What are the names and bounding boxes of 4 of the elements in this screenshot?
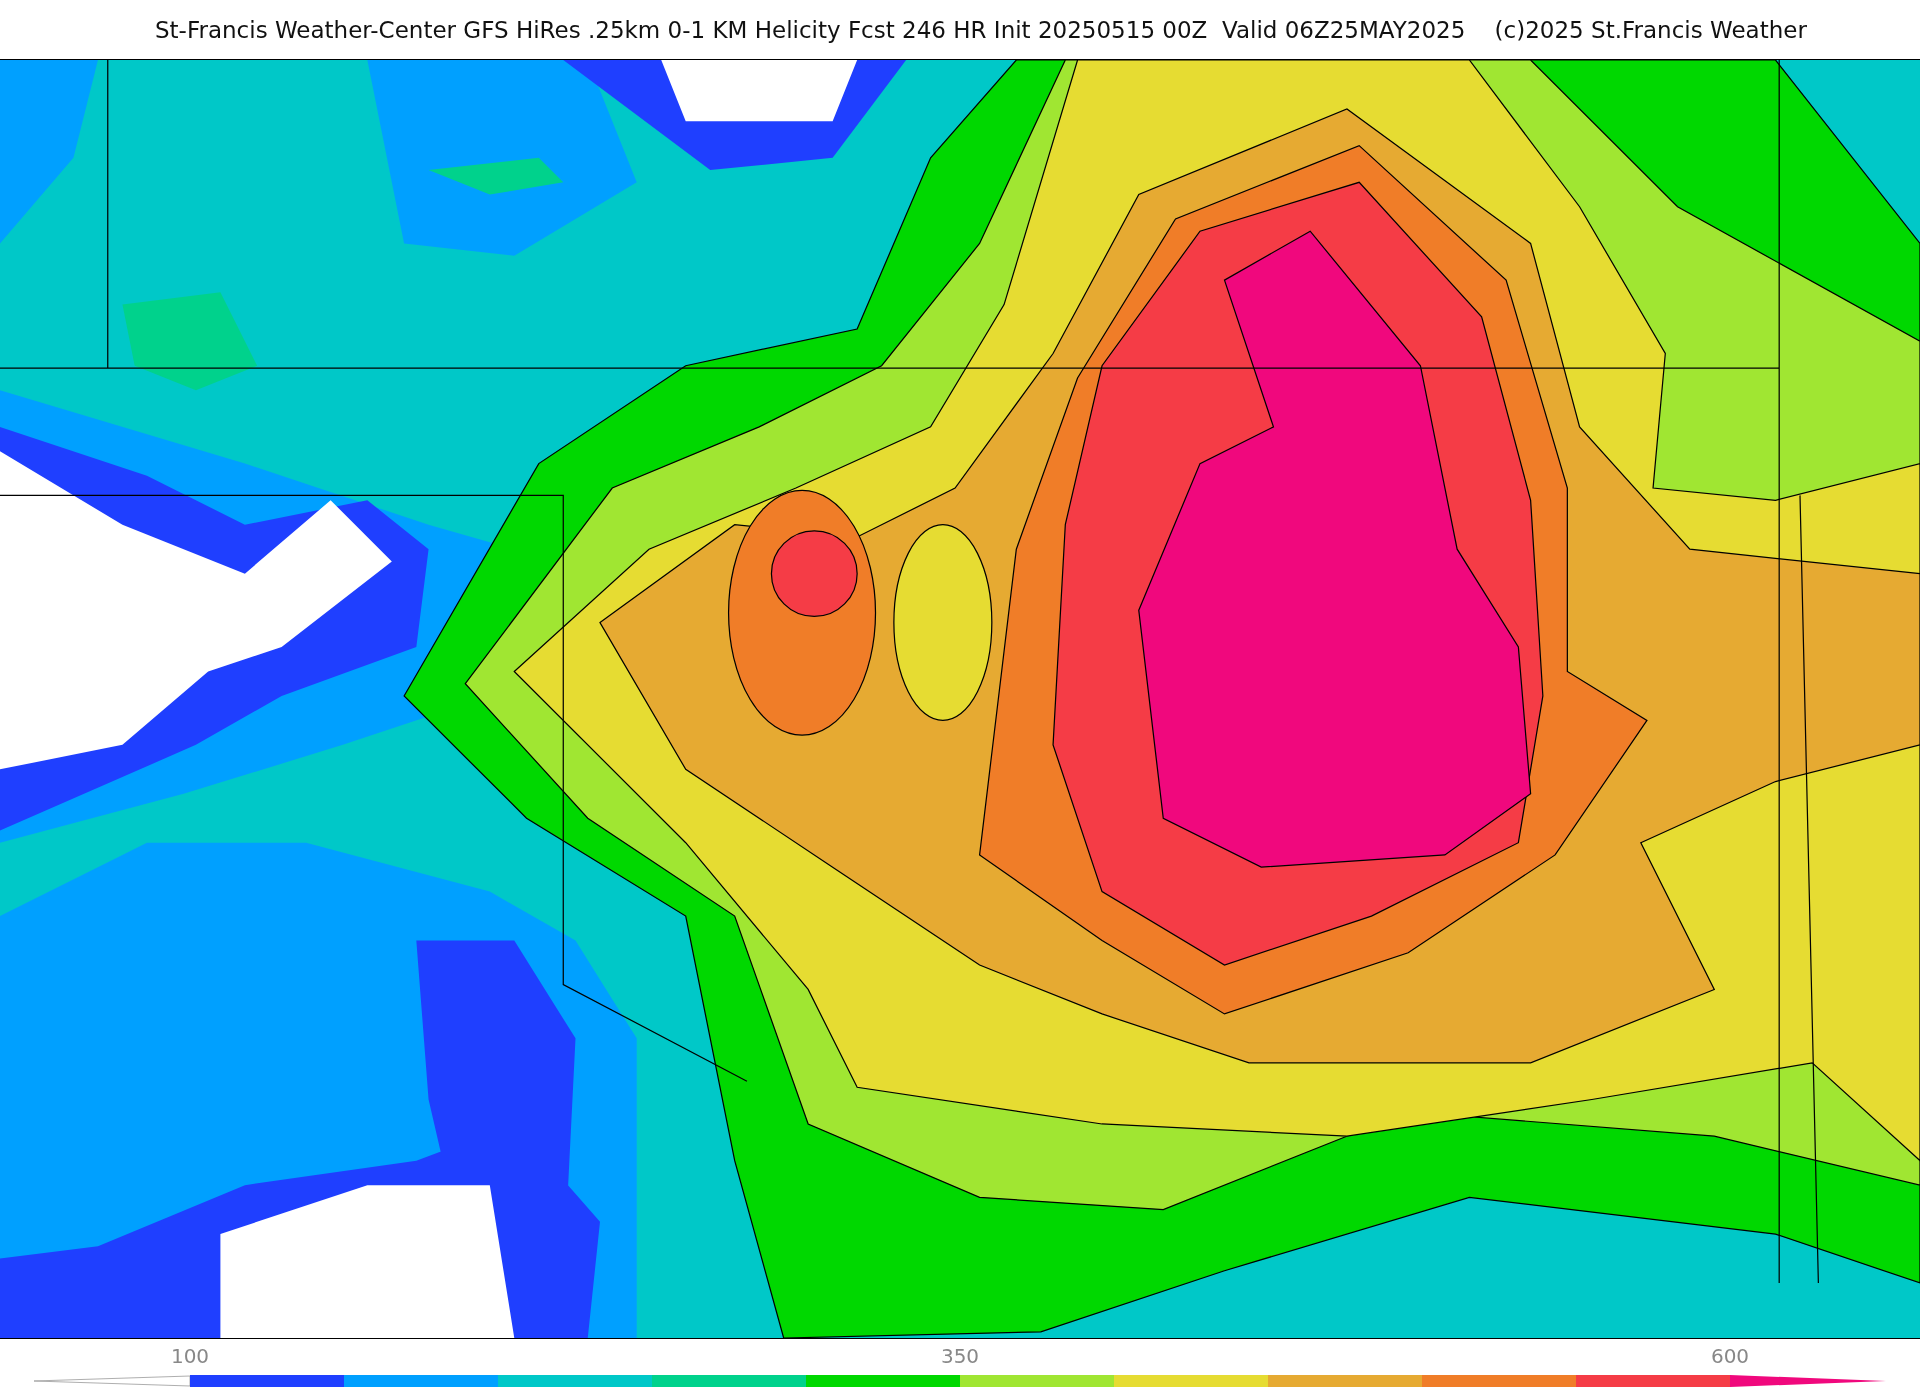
map-title: St-Francis Weather-Center GFS HiRes .25km 0-1 KM Helicity Fcst 246 HR Init 20250515 00Z Valid 06Z25MAY2025 (c)2025 St.Francis Weather	[154, 15, 1808, 45]
colorbar-label: 100	[170, 1344, 210, 1368]
colorbar-label: 350	[940, 1344, 980, 1368]
colorbar-label: 600	[1710, 1344, 1750, 1368]
